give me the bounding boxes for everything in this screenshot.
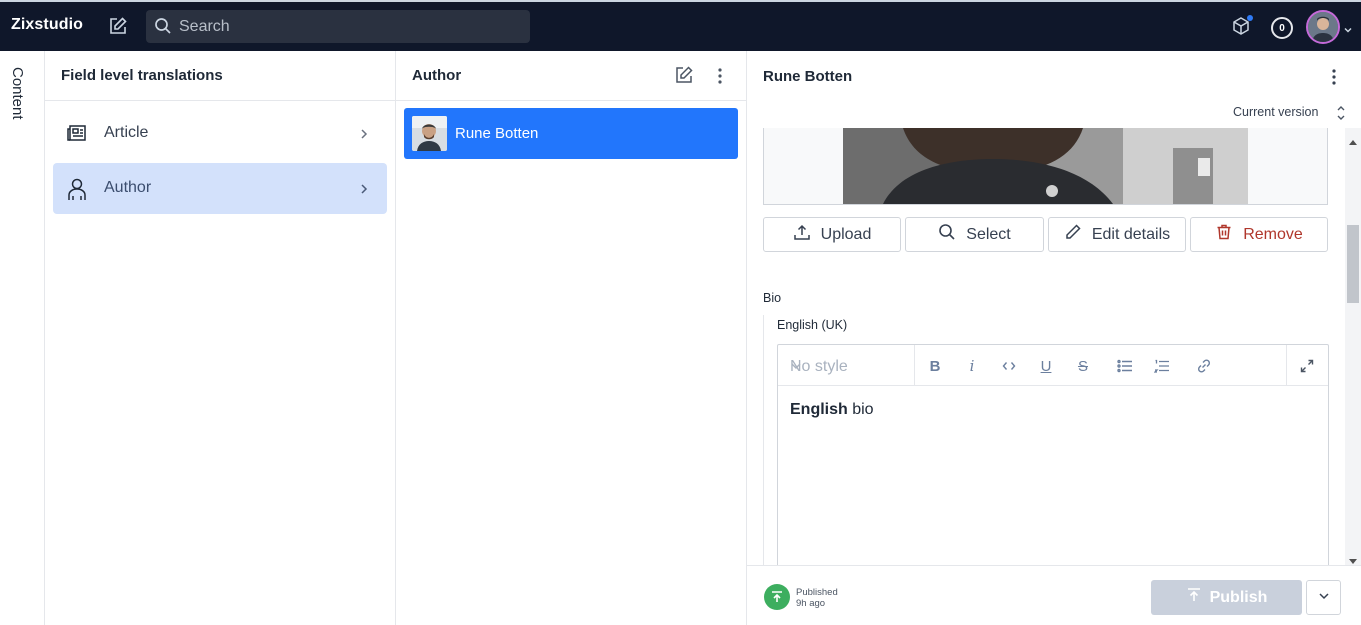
- search-icon: [938, 223, 956, 246]
- pane-header: Field level translations: [45, 51, 395, 101]
- document-title: Rune Botten: [455, 125, 539, 142]
- bio-field-label: Bio: [763, 291, 782, 305]
- user-icon: [66, 177, 88, 204]
- expand-icon[interactable]: [1297, 356, 1317, 376]
- scrollbar-thumb[interactable]: [1347, 225, 1359, 303]
- code-icon[interactable]: [999, 356, 1019, 376]
- published-status-icon: [764, 584, 790, 610]
- brand-logo[interactable]: Zixstudio: [11, 16, 83, 34]
- kebab-menu-icon[interactable]: [1328, 67, 1340, 90]
- search-icon: [154, 17, 172, 38]
- link-icon[interactable]: [1194, 356, 1214, 376]
- pane-header: Author: [396, 51, 746, 101]
- editor-content[interactable]: English bio: [790, 401, 874, 419]
- remove-label: Remove: [1243, 225, 1303, 243]
- remove-button[interactable]: Remove: [1190, 217, 1328, 252]
- nav-item-label: Article: [104, 124, 149, 141]
- bold-text: English: [790, 401, 848, 418]
- trash-icon: [1215, 223, 1233, 246]
- kebab-menu-icon[interactable]: [714, 66, 726, 89]
- notification-dot: [1247, 15, 1253, 21]
- chevron-down-icon[interactable]: [1343, 22, 1353, 38]
- publish-status: Published 9h ago: [796, 587, 838, 609]
- chevron-down-icon: [790, 359, 900, 377]
- upload-icon: [793, 223, 811, 246]
- underline-icon[interactable]: U: [1036, 356, 1056, 376]
- nav-item-article[interactable]: Article: [53, 108, 387, 159]
- strikethrough-icon[interactable]: S: [1073, 356, 1093, 376]
- scroll-up-arrow-icon[interactable]: [1349, 132, 1357, 148]
- edit-details-button[interactable]: Edit details: [1048, 217, 1186, 252]
- bold-icon[interactable]: B: [925, 356, 945, 376]
- chevron-down-icon: [1317, 589, 1331, 606]
- search-input[interactable]: [179, 10, 519, 43]
- pencil-icon: [1064, 223, 1082, 246]
- document-title: Rune Botten: [763, 68, 853, 85]
- compose-icon[interactable]: [106, 14, 130, 38]
- search-box[interactable]: [146, 10, 530, 43]
- sort-arrows-icon[interactable]: [1335, 104, 1347, 125]
- publish-label: Publish: [1209, 588, 1268, 606]
- document-editor-pane: Rune Botten Current version Upload Selec…: [747, 51, 1361, 625]
- author-thumbnail: [412, 116, 447, 151]
- bullet-list-icon[interactable]: [1115, 356, 1135, 376]
- scroll-down-arrow-icon[interactable]: [1349, 552, 1357, 565]
- select-label: Select: [966, 225, 1011, 243]
- italic-icon[interactable]: i: [962, 356, 982, 376]
- structure-pane: Field level translations Article Author: [45, 51, 396, 625]
- nav-item-label: Author: [104, 179, 152, 196]
- user-avatar[interactable]: [1306, 10, 1340, 44]
- publish-icon: [1186, 587, 1202, 608]
- status-time: 9h ago: [796, 598, 826, 609]
- document-item-rune-botten[interactable]: Rune Botten: [404, 108, 738, 159]
- top-bar: Zixstudio 0: [0, 0, 1361, 51]
- rich-text-editor[interactable]: No style B i U S English bio: [777, 344, 1329, 565]
- editor-toolbar: No style B i U S: [778, 345, 1328, 386]
- image-actions: Upload Select Edit details Remove: [763, 217, 1328, 252]
- status-label: Published: [796, 587, 838, 598]
- style-dropdown[interactable]: No style: [778, 345, 915, 386]
- pane-title: Field level translations: [61, 67, 223, 84]
- document-list-pane: Author Rune Botten: [396, 51, 747, 625]
- select-button[interactable]: Select: [905, 217, 1044, 252]
- bio-language-block: English (UK) No style B i U S English bi…: [763, 315, 1329, 565]
- chevron-right-icon: [359, 127, 369, 143]
- newspaper-icon: [66, 122, 88, 147]
- publish-button[interactable]: Publish: [1151, 580, 1302, 615]
- nav-item-author[interactable]: Author: [53, 163, 387, 214]
- publish-options-button[interactable]: [1306, 580, 1341, 615]
- tool-rail: Content: [0, 51, 45, 625]
- notification-count-badge[interactable]: 0: [1271, 17, 1293, 39]
- create-document-icon[interactable]: [674, 65, 694, 88]
- author-photo: [843, 128, 1248, 204]
- document-footer: Published 9h ago Publish: [747, 565, 1361, 625]
- plain-text: bio: [847, 401, 874, 418]
- upload-button[interactable]: Upload: [763, 217, 901, 252]
- vertical-scrollbar[interactable]: [1345, 128, 1361, 565]
- numbered-list-icon[interactable]: [1152, 356, 1172, 376]
- upload-label: Upload: [820, 225, 872, 243]
- image-preview: [763, 128, 1328, 205]
- language-label: English (UK): [777, 318, 848, 332]
- version-selector[interactable]: Current version: [1233, 105, 1318, 119]
- chevron-right-icon: [359, 182, 369, 198]
- pane-title: Author: [412, 67, 462, 84]
- form-scroll-area[interactable]: Upload Select Edit details Remove Bio En…: [747, 128, 1361, 565]
- edit-details-label: Edit details: [1091, 225, 1171, 243]
- toolbar-divider: [1286, 345, 1287, 386]
- cube-icon[interactable]: [1231, 15, 1253, 39]
- content-tool-tab[interactable]: Content: [9, 67, 26, 120]
